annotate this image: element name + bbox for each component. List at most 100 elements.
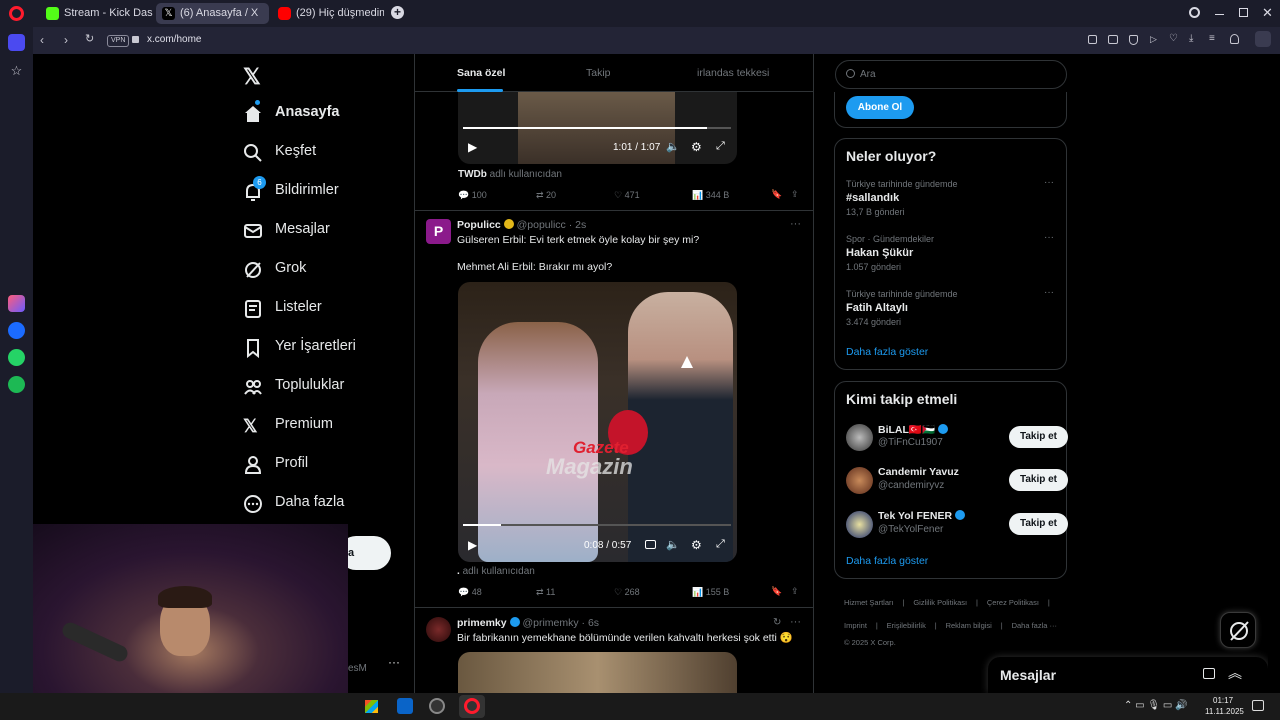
avatar-populicc[interactable]: P: [426, 219, 451, 244]
volume-icon[interactable]: 🔈: [666, 140, 680, 153]
chevron-up-icon[interactable]: ︽: [1228, 663, 1242, 683]
messenger-icon[interactable]: [8, 322, 25, 339]
edit-icon[interactable]: [1088, 35, 1097, 44]
vpn-badge[interactable]: VPN: [107, 35, 130, 47]
follow-button[interactable]: Takip et: [1009, 513, 1068, 535]
footer-accessibility[interactable]: Erişilebilirlik: [887, 621, 926, 630]
play-icon[interactable]: ▶: [468, 140, 477, 154]
trends-show-more[interactable]: Daha fazla göster: [846, 346, 928, 358]
aria-icon[interactable]: [8, 295, 25, 312]
like-count-1[interactable]: ♡ 471: [614, 190, 640, 201]
tweet-time[interactable]: 2s: [575, 219, 586, 231]
extension-icon[interactable]: [1255, 31, 1271, 47]
messages-drawer[interactable]: Mesajlar ︽: [988, 657, 1268, 693]
avatar-primemky[interactable]: [426, 617, 451, 642]
like-count-2[interactable]: ♡ 268: [614, 587, 640, 598]
reply-count-1[interactable]: 💬 100: [458, 190, 487, 201]
who-show-more[interactable]: Daha fazla göster: [846, 555, 928, 567]
share-icon[interactable]: ⇪: [791, 586, 799, 597]
tab-for-you[interactable]: Sana özel: [457, 67, 505, 79]
bookmark-icon[interactable]: 🔖: [771, 586, 782, 597]
author-name[interactable]: primemky: [457, 617, 507, 629]
download-icon[interactable]: ⤓: [1189, 33, 1193, 44]
trend-more-icon[interactable]: ···: [1044, 287, 1054, 298]
author-handle[interactable]: @populicc: [517, 219, 566, 231]
maximize-icon[interactable]: [1239, 8, 1248, 17]
tray-icons[interactable]: ⌃ ▭ 🎙 ▭ 🔊: [1124, 700, 1188, 711]
search-box[interactable]: Ara: [835, 60, 1067, 89]
x-logo-icon[interactable]: 𝕏: [243, 64, 261, 90]
trend-more-icon[interactable]: ···: [1044, 232, 1054, 243]
source-name[interactable]: .: [457, 566, 460, 577]
follow-suggestion[interactable]: BiLAL🇹🇷🇵🇸 @TiFnCu1907 Takip et: [846, 423, 1068, 453]
footer-privacy[interactable]: Gizlilik Politikası: [913, 598, 967, 607]
video-progress[interactable]: [463, 127, 731, 129]
opera-logo-icon[interactable]: [9, 6, 24, 21]
tab-following[interactable]: Takip: [586, 67, 611, 79]
menu-icon[interactable]: ≡: [1209, 33, 1215, 44]
follow-suggestion[interactable]: Candemir Yavuz @candemiryvz Takip et: [846, 466, 1068, 496]
tab-list[interactable]: irlandas tekkesi: [697, 67, 769, 79]
footer-terms[interactable]: Hizmet Şartları: [844, 598, 894, 607]
notifications-icon[interactable]: [1252, 700, 1264, 711]
view-count-2[interactable]: 📊 155 B: [692, 587, 729, 598]
trend-more-icon[interactable]: ···: [1044, 177, 1054, 188]
trend-item[interactable]: Türkiye tarihinde gündemde #sallandık 13…: [846, 177, 1061, 217]
profile-icon[interactable]: [1230, 34, 1239, 44]
volume-icon[interactable]: 🔈: [666, 538, 680, 551]
author-handle[interactable]: @primemky: [522, 617, 578, 629]
footer-imprint[interactable]: Imprint: [844, 621, 867, 630]
whatsapp-icon[interactable]: [8, 349, 25, 366]
play-icon[interactable]: ▶: [468, 538, 477, 552]
reply-count-2[interactable]: 💬 48: [458, 587, 482, 598]
tab-kick[interactable]: Stream - Kick Dashboard: [40, 3, 153, 24]
footer-ads-info[interactable]: Reklam bilgisi: [946, 621, 992, 630]
tweet-video-1[interactable]: ▶ 1:01 / 1:07 🔈 ⚙ ⤢: [458, 92, 737, 164]
footer-cookies[interactable]: Çerez Politikası: [987, 598, 1039, 607]
follow-suggestion[interactable]: Tek Yol FENER @TekYolFener Takip et: [846, 510, 1068, 540]
video-progress[interactable]: [463, 524, 731, 526]
shield-icon[interactable]: [1129, 35, 1138, 45]
account-handle-partial[interactable]: esM: [348, 663, 367, 674]
tab-x-home[interactable]: 𝕏 (6) Anasayfa / X: [156, 3, 269, 24]
follow-button[interactable]: Takip et: [1009, 426, 1068, 448]
repost-count-2[interactable]: ⇄ 11: [536, 587, 555, 598]
repost-count-1[interactable]: ⇄ 20: [536, 190, 556, 201]
clock-time[interactable]: 01:17: [1213, 696, 1233, 705]
obs-icon[interactable]: [429, 698, 445, 714]
author-name[interactable]: Populicc: [457, 219, 501, 231]
tweet-image-3[interactable]: [458, 652, 737, 693]
settings-icon[interactable]: ⚙: [691, 538, 702, 552]
account-more-icon[interactable]: ···: [388, 655, 400, 669]
view-count-1[interactable]: 📊 344 B: [692, 190, 729, 201]
heart-icon[interactable]: ♡: [1169, 33, 1178, 44]
close-window-icon[interactable]: ✕: [1262, 5, 1273, 21]
minimize-icon[interactable]: [1215, 14, 1224, 15]
fullscreen-icon[interactable]: ⤢: [716, 538, 725, 551]
bookmark-icon[interactable]: 🔖: [771, 189, 782, 200]
star-sidebar-icon[interactable]: ☆: [8, 62, 25, 79]
home-sidebar-icon[interactable]: [8, 34, 25, 51]
clock-date[interactable]: 11.11.2025: [1205, 707, 1244, 716]
trend-item[interactable]: Türkiye tarihinde gündemde Fatih Altaylı…: [846, 287, 1061, 327]
footer-more[interactable]: Daha fazla ···: [1012, 621, 1057, 630]
grok-tweet-icon[interactable]: ↻: [773, 617, 781, 628]
settings-icon[interactable]: ⚙: [691, 140, 702, 154]
search-tabs-icon[interactable]: [1189, 7, 1200, 18]
play-icon[interactable]: ▷: [1150, 34, 1157, 45]
outlook-icon[interactable]: [397, 698, 413, 714]
fullscreen-icon[interactable]: ⤢: [716, 140, 725, 153]
back-icon[interactable]: ‹: [40, 33, 44, 47]
tweet-video-2[interactable]: Gazete Magazin ▶ 0:08 / 0:57 🔈 ⚙ ⤢: [458, 282, 737, 562]
captions-icon[interactable]: [645, 540, 656, 549]
tab-youtube[interactable]: (29) Hiç düşmedim mi aklı: [272, 3, 384, 24]
tweet-more-icon[interactable]: ···: [790, 616, 801, 628]
start-icon[interactable]: [365, 700, 378, 713]
grok-floating-button[interactable]: [1220, 612, 1256, 648]
source-name[interactable]: TWDb: [458, 169, 487, 180]
subscribe-button[interactable]: Abone Ol: [846, 96, 914, 119]
tweet-more-icon[interactable]: ···: [790, 218, 801, 230]
opera-taskbar-icon[interactable]: [459, 695, 485, 718]
camera-icon[interactable]: [1108, 35, 1118, 44]
url-field[interactable]: x.com/home: [147, 34, 201, 45]
